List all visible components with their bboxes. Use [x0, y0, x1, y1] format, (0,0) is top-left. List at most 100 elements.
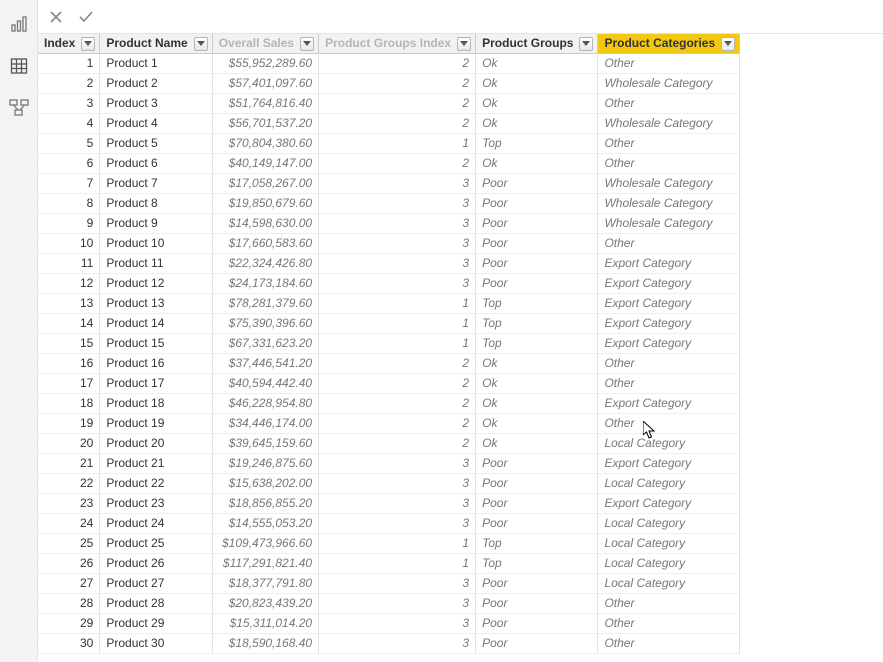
table-row[interactable]: 11Product 11$22,324,426.803PoorExport Ca… — [38, 254, 740, 274]
cell-index: 11 — [38, 254, 100, 274]
table-row[interactable]: 20Product 20$39,645,159.602OkLocal Categ… — [38, 434, 740, 454]
cell-product-categories: Local Category — [598, 554, 740, 574]
cell-product-groups: Poor — [476, 514, 598, 534]
report-view-button[interactable] — [3, 8, 35, 40]
cell-product-groups-index: 3 — [319, 274, 476, 294]
column-header-product_name[interactable]: Product Name — [100, 34, 212, 54]
table-row[interactable]: 10Product 10$17,660,583.603PoorOther — [38, 234, 740, 254]
table-row[interactable]: 4Product 4$56,701,537.202OkWholesale Cat… — [38, 114, 740, 134]
table-icon — [10, 57, 28, 75]
column-header-product_categories[interactable]: Product Categories — [598, 34, 740, 54]
filter-dropdown-icon[interactable] — [721, 37, 735, 51]
cell-product-groups: Poor — [476, 214, 598, 234]
data-grid[interactable]: IndexProduct Name Overall Sales Product Gr… — [38, 34, 883, 662]
cell-product-groups: Ok — [476, 74, 598, 94]
table-row[interactable]: 16Product 16$37,446,541.202OkOther — [38, 354, 740, 374]
table-row[interactable]: 22Product 22$15,638,202.003PoorLocal Cat… — [38, 474, 740, 494]
cell-index: 3 — [38, 94, 100, 114]
cell-product-groups-index: 3 — [319, 454, 476, 474]
cell-index: 12 — [38, 274, 100, 294]
table-row[interactable]: 3Product 3$51,764,816.402OkOther — [38, 94, 740, 114]
filter-dropdown-icon[interactable] — [81, 37, 95, 51]
filter-dropdown-icon[interactable] — [194, 37, 208, 51]
table-row[interactable]: 23Product 23$18,856,855.203PoorExport Ca… — [38, 494, 740, 514]
cell-product-name: Product 30 — [100, 634, 212, 654]
cell-product-name: Product 23 — [100, 494, 212, 514]
column-header-overall_sales[interactable]: Overall Sales — [213, 34, 319, 54]
cell-overall-sales: $19,246,875.60 — [213, 454, 319, 474]
cell-product-name: Product 24 — [100, 514, 212, 534]
cell-product-groups-index: 2 — [319, 354, 476, 374]
cancel-button[interactable] — [44, 5, 68, 29]
table-row[interactable]: 12Product 12$24,173,184.603PoorExport Ca… — [38, 274, 740, 294]
formula-input[interactable] — [104, 6, 877, 28]
cell-product-name: Product 8 — [100, 194, 212, 214]
cell-product-groups-index: 2 — [319, 394, 476, 414]
filter-dropdown-icon[interactable] — [579, 37, 593, 51]
column-header-product_groups_index[interactable]: Product Groups Index — [319, 34, 476, 54]
cell-product-categories: Export Category — [598, 274, 740, 294]
table-row[interactable]: 26Product 26$117,291,821.401TopLocal Cat… — [38, 554, 740, 574]
cell-product-categories: Local Category — [598, 514, 740, 534]
commit-button[interactable] — [74, 5, 98, 29]
table-row[interactable]: 18Product 18$46,228,954.802OkExport Cate… — [38, 394, 740, 414]
table-row[interactable]: 6Product 6$40,149,147.002OkOther — [38, 154, 740, 174]
filter-dropdown-icon[interactable] — [457, 37, 471, 51]
cell-product-groups: Poor — [476, 614, 598, 634]
table-row[interactable]: 28Product 28$20,823,439.203PoorOther — [38, 594, 740, 614]
model-icon — [9, 99, 29, 117]
cell-overall-sales: $56,701,537.20 — [213, 114, 319, 134]
table-row[interactable]: 14Product 14$75,390,396.601TopExport Cat… — [38, 314, 740, 334]
data-view-button[interactable] — [3, 50, 35, 82]
cell-index: 16 — [38, 354, 100, 374]
cell-overall-sales: $24,173,184.60 — [213, 274, 319, 294]
cell-product-groups: Top — [476, 554, 598, 574]
cell-index: 23 — [38, 494, 100, 514]
cell-index: 13 — [38, 294, 100, 314]
cell-overall-sales: $78,281,379.60 — [213, 294, 319, 314]
column-label: Overall Sales — [219, 34, 294, 53]
check-icon — [78, 10, 94, 24]
cell-overall-sales: $39,645,159.60 — [213, 434, 319, 454]
cell-product-name: Product 25 — [100, 534, 212, 554]
cell-product-groups-index: 3 — [319, 494, 476, 514]
table-row[interactable]: 30Product 30$18,590,168.403PoorOther — [38, 634, 740, 654]
cell-index: 22 — [38, 474, 100, 494]
cell-overall-sales: $19,850,679.60 — [213, 194, 319, 214]
filter-dropdown-icon[interactable] — [300, 37, 314, 51]
cell-overall-sales: $46,228,954.80 — [213, 394, 319, 414]
cell-product-groups-index: 1 — [319, 534, 476, 554]
table-row[interactable]: 24Product 24$14,555,053.203PoorLocal Cat… — [38, 514, 740, 534]
cell-product-groups: Ok — [476, 54, 598, 74]
cell-index: 24 — [38, 514, 100, 534]
table-row[interactable]: 2Product 2$57,401,097.602OkWholesale Cat… — [38, 74, 740, 94]
cell-product-groups-index: 3 — [319, 574, 476, 594]
cell-product-groups-index: 1 — [319, 294, 476, 314]
table-row[interactable]: 7Product 7$17,058,267.003PoorWholesale C… — [38, 174, 740, 194]
cell-index: 17 — [38, 374, 100, 394]
table-row[interactable]: 15Product 15$67,331,623.201TopExport Cat… — [38, 334, 740, 354]
cell-product-name: Product 11 — [100, 254, 212, 274]
table-row[interactable]: 21Product 21$19,246,875.603PoorExport Ca… — [38, 454, 740, 474]
table-row[interactable]: 29Product 29$15,311,014.203PoorOther — [38, 614, 740, 634]
table-row[interactable]: 5Product 5$70,804,380.601TopOther — [38, 134, 740, 154]
column-label: Product Groups — [482, 34, 573, 53]
model-view-button[interactable] — [3, 92, 35, 124]
column-header-index[interactable]: Index — [38, 34, 100, 54]
cell-product-groups: Poor — [476, 634, 598, 654]
table-row[interactable]: 25Product 25$109,473,966.601TopLocal Cat… — [38, 534, 740, 554]
table-row[interactable]: 8Product 8$19,850,679.603PoorWholesale C… — [38, 194, 740, 214]
cell-index: 6 — [38, 154, 100, 174]
column-header-product_groups[interactable]: Product Groups — [476, 34, 598, 54]
table-row[interactable]: 19Product 19$34,446,174.002OkOther — [38, 414, 740, 434]
table-row[interactable]: 1Product 1$55,952,289.602OkOther — [38, 54, 740, 74]
table-row[interactable]: 27Product 27$18,377,791.803PoorLocal Cat… — [38, 574, 740, 594]
table-row[interactable]: 9Product 9$14,598,630.003PoorWholesale C… — [38, 214, 740, 234]
table-row[interactable]: 17Product 17$40,594,442.402OkOther — [38, 374, 740, 394]
cell-product-categories: Other — [598, 594, 740, 614]
cell-index: 15 — [38, 334, 100, 354]
formula-bar — [38, 0, 883, 34]
cell-product-name: Product 28 — [100, 594, 212, 614]
cell-overall-sales: $40,149,147.00 — [213, 154, 319, 174]
table-row[interactable]: 13Product 13$78,281,379.601TopExport Cat… — [38, 294, 740, 314]
